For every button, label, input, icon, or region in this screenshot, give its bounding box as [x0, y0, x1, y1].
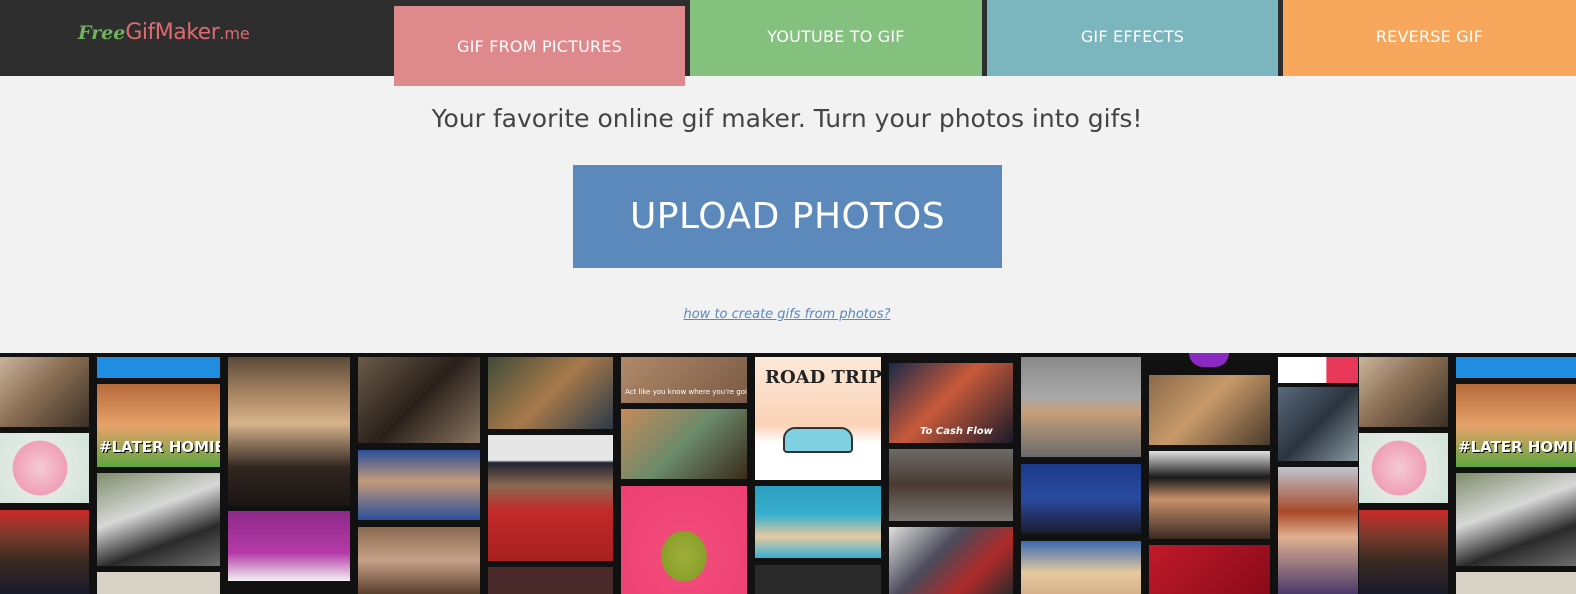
gallery-thumb-bottom-2[interactable] — [97, 572, 220, 594]
gallery-thumb-bottom-7[interactable] — [755, 565, 881, 594]
upload-photos-button[interactable]: UPLOAD PHOTOS — [573, 165, 1002, 268]
cash-flow-caption: To Cash Flow — [920, 426, 993, 437]
gallery-thumb-pink-creature-2[interactable] — [1359, 433, 1448, 503]
gallery-thumb-office-man[interactable] — [1278, 387, 1358, 461]
act-like-caption: Act like you know where you're goin — [625, 388, 747, 396]
gallery-thumb-woman-drinking[interactable] — [358, 357, 480, 443]
gallery-thumb-redhead-woman[interactable] — [1278, 467, 1358, 594]
gallery-thumb-blue-strip-2[interactable] — [1456, 357, 1576, 378]
gallery-thumb-woman-staring[interactable] — [889, 449, 1013, 521]
gallery-thumb-act-like[interactable]: Act like you know where you're goin — [621, 357, 747, 403]
gallery-thumb-purple-dance[interactable] — [228, 511, 350, 581]
gallery-thumb-cat-white-2[interactable] — [1456, 473, 1576, 566]
gallery-thumb-blonde-face[interactable] — [1021, 541, 1141, 594]
tab-gif-from-pictures[interactable]: GIF FROM PICTURES — [394, 6, 685, 86]
gallery-thumb-cash-flow[interactable]: To Cash Flow — [889, 363, 1013, 443]
later-homies-caption: #LATER HOMIES — [99, 438, 220, 456]
site-logo[interactable]: Free GifMaker .me — [78, 20, 250, 52]
page-tagline: Your favorite online gif maker. Turn you… — [431, 104, 1143, 133]
later-homies-caption-2: #LATER HOMIES — [1458, 438, 1576, 456]
gallery-thumb-black-white-art[interactable] — [1278, 357, 1358, 383]
gallery-thumb-talk-show-host[interactable] — [1021, 464, 1141, 534]
gallery-thumb-blue-strip[interactable] — [97, 357, 220, 378]
gallery-thumb-surprised-face[interactable] — [358, 527, 480, 594]
gallery-thumb-purple-top[interactable] — [1149, 353, 1270, 369]
gallery-thumb-man-sunglasses[interactable] — [488, 357, 613, 429]
gallery-thumb-pear-character[interactable] — [621, 486, 747, 594]
logo-main-text: GifMaker — [125, 20, 220, 45]
gallery-thumb-road-trip[interactable]: ROAD TRIP! — [755, 357, 881, 480]
gallery-thumb-bottom-5[interactable] — [488, 567, 613, 594]
gallery-thumb-later-homies[interactable]: #LATER HOMIES — [97, 384, 220, 467]
gallery-thumb-man-red-cap-2[interactable] — [1359, 510, 1448, 594]
gallery-thumb-man-red-cap[interactable] — [0, 510, 89, 594]
tab-youtube-to-gif[interactable]: YOUTUBE TO GIF — [690, 0, 982, 76]
gallery-thumb-bottom-13[interactable] — [1456, 572, 1576, 594]
tab-gif-effects[interactable]: GIF EFFECTS — [987, 0, 1278, 76]
gallery-thumb-singer-gold-dress[interactable] — [228, 357, 350, 505]
gallery-thumb-waitresses[interactable] — [621, 409, 747, 479]
gallery-thumb-crowd-dancing[interactable] — [889, 527, 1013, 594]
gallery-thumb-bear-puppet[interactable] — [1149, 375, 1270, 445]
gallery-thumb-cat-reading[interactable] — [0, 357, 89, 427]
gallery-thumb-football-player[interactable] — [358, 450, 480, 520]
gallery-thumb-later-homies-2[interactable]: #LATER HOMIES — [1456, 384, 1576, 467]
gallery-thumb-dog-tortoise[interactable] — [1021, 357, 1141, 457]
gallery-thumb-captain-morgan[interactable] — [488, 435, 613, 561]
gallery-thumb-cat-reading-2[interactable] — [1359, 357, 1448, 427]
how-to-create-link[interactable]: how to create gifs from photos? — [0, 307, 1574, 322]
gallery-thumb-blonde-girl[interactable] — [755, 486, 881, 558]
logo-free-text: Free — [78, 22, 126, 44]
gallery-thumb-pink-creature[interactable] — [0, 433, 89, 503]
gallery-thumb-red-stage[interactable] — [1149, 545, 1270, 594]
road-trip-caption: ROAD TRIP! — [765, 367, 881, 388]
gallery-thumb-cat-white[interactable] — [97, 473, 220, 566]
logo-tld-text: .me — [219, 24, 250, 43]
gallery-thumb-head-in-hands[interactable] — [1149, 451, 1270, 539]
car-icon — [783, 427, 853, 453]
purple-blob-icon — [1189, 353, 1229, 367]
gif-gallery: #LATER HOMIES Act like you know where yo… — [0, 353, 1576, 594]
tab-reverse-gif[interactable]: REVERSE GIF — [1283, 0, 1576, 76]
